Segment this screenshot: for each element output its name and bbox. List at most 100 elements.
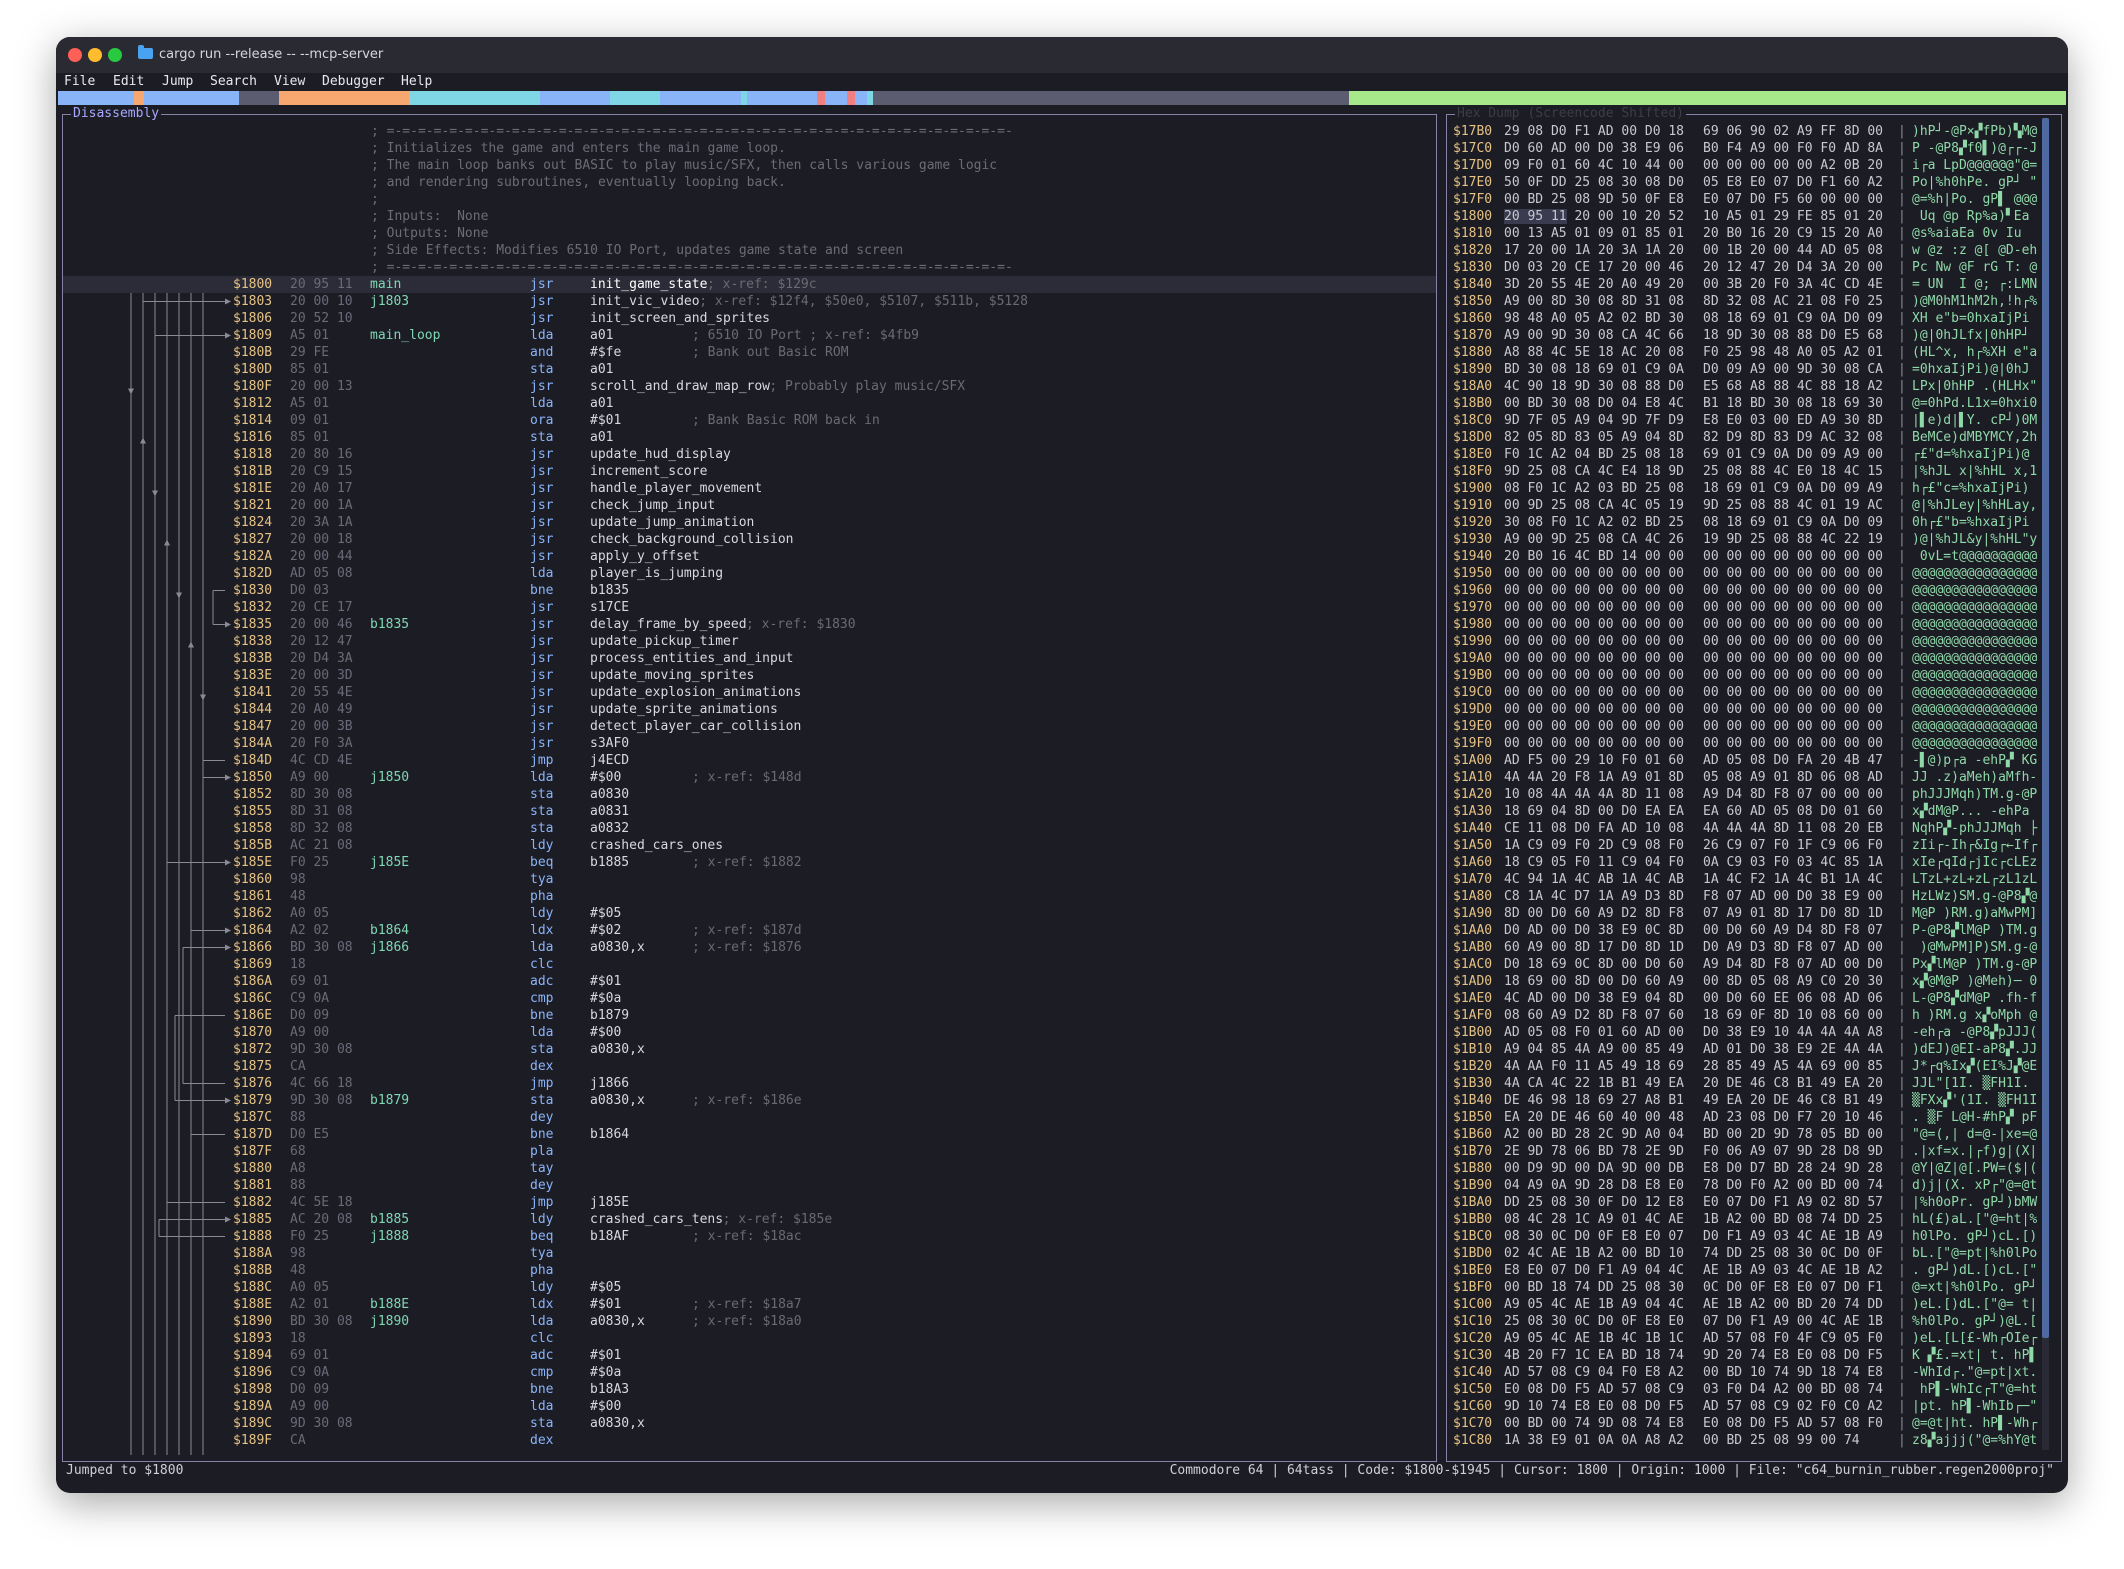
code-line[interactable]: $1809 A5 01 main_loop lda a01 ; 6510 IO Port … xyxy=(63,327,1436,344)
code-line[interactable]: $1875 CA dex xyxy=(63,1058,1436,1075)
hex-row[interactable]: $1A80 C8 1A 4C D7 1A A9 D3 8D F8 07 AD 00 … xyxy=(1447,888,2061,905)
code-line[interactable]: $1835 20 00 46 b1835 jsr delay_frame_by_spee… xyxy=(63,616,1436,633)
menu-help[interactable]: Help xyxy=(401,74,432,90)
hex-row[interactable]: $1910 00 9D 25 08 CA 4C 05 19 9D 25 08 88 … xyxy=(1447,497,2061,514)
hex-row[interactable]: $18C0 9D 7F 05 A9 04 9D 7F D9 E8 E0 03 00 … xyxy=(1447,412,2061,429)
hex-row[interactable]: $1A30 18 69 04 8D 00 D0 EA EA EA 60 AD 05 … xyxy=(1447,803,2061,820)
hex-row[interactable]: $1920 30 08 F0 1C A2 02 BD 25 08 18 69 01 … xyxy=(1447,514,2061,531)
disassembly-pane[interactable]: Disassembly ; =-=-=-=-=-=-=-=-=-=-=-=-=-… xyxy=(62,106,1437,1462)
close-window-button[interactable] xyxy=(68,48,82,62)
code-line[interactable]: $1894 69 01 adc #$01 xyxy=(63,1347,1436,1364)
code-line[interactable]: $1861 48 pha xyxy=(63,888,1436,905)
hex-row[interactable]: $19F0 00 00 00 00 00 00 00 00 00 00 00 00 … xyxy=(1447,735,2061,752)
hex-row[interactable]: $1A60 18 C9 05 F0 11 C9 04 F0 0A C9 03 F0 … xyxy=(1447,854,2061,871)
code-line[interactable]: $1879 9D 30 08 b1879 sta a0830,x ; x-ref: $18… xyxy=(63,1092,1436,1109)
hex-row[interactable]: $1B90 04 A9 0A 9D 28 D8 E8 E0 78 D0 F0 A2 … xyxy=(1447,1177,2061,1194)
hex-row[interactable]: $1A70 4C 94 1A 4C AB 1A 4C AB 1A 4C F2 1A … xyxy=(1447,871,2061,888)
hex-row[interactable]: $19A0 00 00 00 00 00 00 00 00 00 00 00 00 … xyxy=(1447,650,2061,667)
hex-row[interactable]: $1C00 A9 05 4C AE 1B A9 04 4C AE 1B A2 00 … xyxy=(1447,1296,2061,1313)
code-line[interactable]: $183B 20 D4 3A jsr process_entities_and_inp… xyxy=(63,650,1436,667)
minimap-segment[interactable] xyxy=(847,91,856,105)
code-line[interactable]: $1898 D0 09 bne b18A3 xyxy=(63,1381,1436,1398)
hex-row[interactable]: $1BC0 08 30 0C D0 0F E8 E0 07 D0 F1 A9 03 … xyxy=(1447,1228,2061,1245)
code-line[interactable]: $189C 9D 30 08 sta a0830,x xyxy=(63,1415,1436,1432)
hex-row[interactable]: $1AC0 D0 18 69 0C 8D 00 D0 60 A9 D4 8D F8 … xyxy=(1447,956,2061,973)
hex-row[interactable]: $1C20 A9 05 4C AE 1B 4C 1B 1C AD 57 08 F0 … xyxy=(1447,1330,2061,1347)
menu-edit[interactable]: Edit xyxy=(113,74,144,90)
hex-row[interactable]: $19C0 00 00 00 00 00 00 00 00 00 00 00 00 … xyxy=(1447,684,2061,701)
code-line[interactable]: $1876 4C 66 18 jmp j1866 xyxy=(63,1075,1436,1092)
code-line[interactable]: $1850 A9 00 j1850 lda #$00 ; x-ref: $148d xyxy=(63,769,1436,786)
code-line[interactable]: $1800 20 95 11 main jsr init_game_state; x-r… xyxy=(63,276,1436,293)
hex-row[interactable]: $19E0 00 00 00 00 00 00 00 00 00 00 00 00 … xyxy=(1447,718,2061,735)
minimap-segment[interactable] xyxy=(539,91,611,105)
code-line[interactable]: $186E D0 09 bne b1879 xyxy=(63,1007,1436,1024)
hex-dump-pane[interactable]: Hex Dump (Screencode Shifted) $17B0 29 08… xyxy=(1446,106,2062,1462)
hex-row[interactable]: $1BF0 00 BD 18 74 DD 25 08 30 0C D0 0F E8 … xyxy=(1447,1279,2061,1296)
hex-row[interactable]: $1820 17 20 00 1A 20 3A 1A 20 00 1B 20 00 … xyxy=(1447,242,2061,259)
code-line[interactable]: $186C C9 0A cmp #$0a xyxy=(63,990,1436,1007)
hex-row[interactable]: $1870 A9 00 9D 30 08 CA 4C 66 18 9D 30 08 … xyxy=(1447,327,2061,344)
code-line[interactable]: $185E F0 25 j185E beq b1885 ; x-ref: $1882 xyxy=(63,854,1436,871)
menu-file[interactable]: File xyxy=(64,74,95,90)
code-line[interactable]: $1832 20 CE 17 jsr s17CE xyxy=(63,599,1436,616)
code-line[interactable]: $1880 A8 tay xyxy=(63,1160,1436,1177)
code-line[interactable]: $188E A2 01 b188E ldx #$01 ; x-ref: $18a7 xyxy=(63,1296,1436,1313)
hex-row[interactable]: $17D0 09 F0 01 60 4C 10 44 00 00 00 00 00 … xyxy=(1447,157,2061,174)
hex-row[interactable]: $1880 A8 88 4C 5E 18 AC 20 08 F0 25 98 48 … xyxy=(1447,344,2061,361)
hex-row[interactable]: $1C50 E0 08 D0 F5 AD 57 08 C9 03 F0 D4 A2 … xyxy=(1447,1381,2061,1398)
hex-row[interactable]: $1AA0 D0 AD 00 D0 38 E9 0C 8D 00 D0 60 A9 … xyxy=(1447,922,2061,939)
code-line[interactable]: $1862 A0 05 ldy #$05 xyxy=(63,905,1436,922)
hex-row[interactable]: $1980 00 00 00 00 00 00 00 00 00 00 00 00 … xyxy=(1447,616,2061,633)
code-line[interactable]: $1821 20 00 1A jsr check_jump_input xyxy=(63,497,1436,514)
code-line[interactable]: $189A A9 00 lda #$00 xyxy=(63,1398,1436,1415)
hex-row[interactable]: $1BA0 DD 25 08 30 0F D0 12 E8 E0 07 D0 F1 … xyxy=(1447,1194,2061,1211)
code-line[interactable]: $180F 20 00 13 jsr scroll_and_draw_map_row;… xyxy=(63,378,1436,395)
minimap-segment[interactable] xyxy=(660,91,741,105)
hex-row[interactable]: $1AF0 08 60 A9 D2 8D F8 07 60 18 69 0F 8D … xyxy=(1447,1007,2061,1024)
hex-row[interactable]: $17C0 D0 60 AD 00 D0 38 E9 06 B0 F4 A9 00 … xyxy=(1447,140,2061,157)
code-line[interactable]: $181B 20 C9 15 jsr increment_score xyxy=(63,463,1436,480)
code-line[interactable]: $184D 4C CD 4E jmp j4ECD xyxy=(63,752,1436,769)
code-line[interactable]: $180B 29 FE and #$fe ; Bank out Basic ROM xyxy=(63,344,1436,361)
minimap-segment[interactable] xyxy=(238,91,279,105)
code-line[interactable]: $186A 69 01 adc #$01 xyxy=(63,973,1436,990)
hex-row[interactable]: $1C60 9D 10 74 E8 E0 08 D0 F5 AD 57 08 C9 … xyxy=(1447,1398,2061,1415)
code-line[interactable]: $188C A0 05 ldy #$05 xyxy=(63,1279,1436,1296)
code-line[interactable]: $1864 A2 02 b1864 ldx #$02 ; x-ref: $187d xyxy=(63,922,1436,939)
code-line[interactable]: $187D D0 E5 bne b1864 xyxy=(63,1126,1436,1143)
code-line[interactable]: $1858 8D 32 08 sta a0832 xyxy=(63,820,1436,837)
code-line[interactable]: $1885 AC 20 08 b1885 ldy crashed_cars_tens; … xyxy=(63,1211,1436,1228)
hex-row[interactable]: $1B40 DE 46 98 18 69 27 A8 B1 49 EA 20 DE … xyxy=(1447,1092,2061,1109)
code-line[interactable]: $183E 20 00 3D jsr update_moving_sprites xyxy=(63,667,1436,684)
zoom-window-button[interactable] xyxy=(108,48,122,62)
code-line[interactable]: $181E 20 A0 17 jsr handle_player_movement xyxy=(63,480,1436,497)
hex-row[interactable]: $18A0 4C 90 18 9D 30 08 88 D0 E5 68 A8 88 … xyxy=(1447,378,2061,395)
code-line[interactable]: $182D AD 05 08 lda player_is_jumping xyxy=(63,565,1436,582)
minimap-segment[interactable] xyxy=(855,91,868,105)
hex-row[interactable]: $1930 A9 00 9D 25 08 CA 4C 26 19 9D 25 08 … xyxy=(1447,531,2061,548)
hex-row[interactable]: $1A10 4A 4A 20 F8 1A A9 01 8D 05 08 A9 01 … xyxy=(1447,769,2061,786)
hex-row[interactable]: $17F0 00 BD 25 08 9D 50 0F E8 E0 07 D0 F5 … xyxy=(1447,191,2061,208)
hex-row[interactable]: $1BD0 02 4C AE 1B A2 00 BD 10 74 DD 25 08 … xyxy=(1447,1245,2061,1262)
minimize-window-button[interactable] xyxy=(88,48,102,62)
hex-row[interactable]: $1810 00 13 A5 01 09 01 85 01 20 B0 16 20 … xyxy=(1447,225,2061,242)
hex-row[interactable]: $1BE0 E8 E0 07 D0 F1 A9 04 4C AE 1B A9 03 … xyxy=(1447,1262,2061,1279)
code-line[interactable]: $1866 BD 30 08 j1866 lda a0830,x ; x-ref: $18… xyxy=(63,939,1436,956)
hex-row[interactable]: $1890 BD 30 08 18 69 01 C9 0A D0 09 A9 00 … xyxy=(1447,361,2061,378)
minimap-segment[interactable] xyxy=(610,91,661,105)
code-line[interactable]: $1872 9D 30 08 sta a0830,x xyxy=(63,1041,1436,1058)
code-line[interactable]: $1844 20 A0 49 jsr update_sprite_animations xyxy=(63,701,1436,718)
hex-row[interactable]: $1C30 4B 20 F7 1C EA BD 18 74 9D 20 74 E8 … xyxy=(1447,1347,2061,1364)
minimap-segment[interactable] xyxy=(1349,91,2066,105)
minimap-segment[interactable] xyxy=(817,91,826,105)
hex-row[interactable]: $1AB0 60 A9 00 8D 17 D0 8D 1D D0 A9 D3 8D … xyxy=(1447,939,2061,956)
code-line[interactable]: $1847 20 00 3B jsr detect_player_car_collis… xyxy=(63,718,1436,735)
hex-row[interactable]: $1AD0 18 69 00 8D 00 D0 60 A9 00 8D 05 08 … xyxy=(1447,973,2061,990)
code-line[interactable]: $180D 85 01 sta a01 xyxy=(63,361,1436,378)
code-line[interactable]: $182A 20 00 44 jsr apply_y_offset xyxy=(63,548,1436,565)
memory-minimap[interactable] xyxy=(58,91,2066,105)
code-line[interactable]: $1881 88 dey xyxy=(63,1177,1436,1194)
code-line[interactable]: $1838 20 12 47 jsr update_pickup_timer xyxy=(63,633,1436,650)
hex-row[interactable]: $19B0 00 00 00 00 00 00 00 00 00 00 00 00 … xyxy=(1447,667,2061,684)
